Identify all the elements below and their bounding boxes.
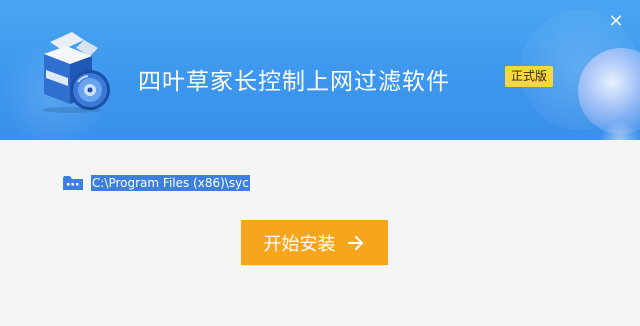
- software-box-with-cd-icon: [42, 32, 110, 113]
- decorative-bubble: [578, 48, 640, 134]
- close-button[interactable]: ✕: [604, 10, 628, 34]
- start-install-button[interactable]: 开始安装: [241, 220, 388, 265]
- start-install-label: 开始安装: [263, 233, 336, 254]
- install-path-field[interactable]: C:\Program Files (x86)\syc: [91, 175, 250, 191]
- install-panel: C:\Program Files (x86)\syc 开始安装: [0, 140, 640, 326]
- app-title: 四叶草家长控制上网过滤软件: [138, 69, 450, 95]
- decorative-bubble: [600, 120, 640, 140]
- arrow-right-icon: [347, 235, 363, 250]
- installer-window: ✕ 四叶草家长控制上网过滤软件 正式版 C:\Program Files (x8…: [0, 0, 640, 326]
- close-icon: ✕: [608, 11, 624, 32]
- folder-icon[interactable]: [62, 175, 84, 191]
- edition-badge: 正式版: [505, 66, 554, 87]
- header-banner: ✕ 四叶草家长控制上网过滤软件 正式版: [0, 0, 640, 140]
